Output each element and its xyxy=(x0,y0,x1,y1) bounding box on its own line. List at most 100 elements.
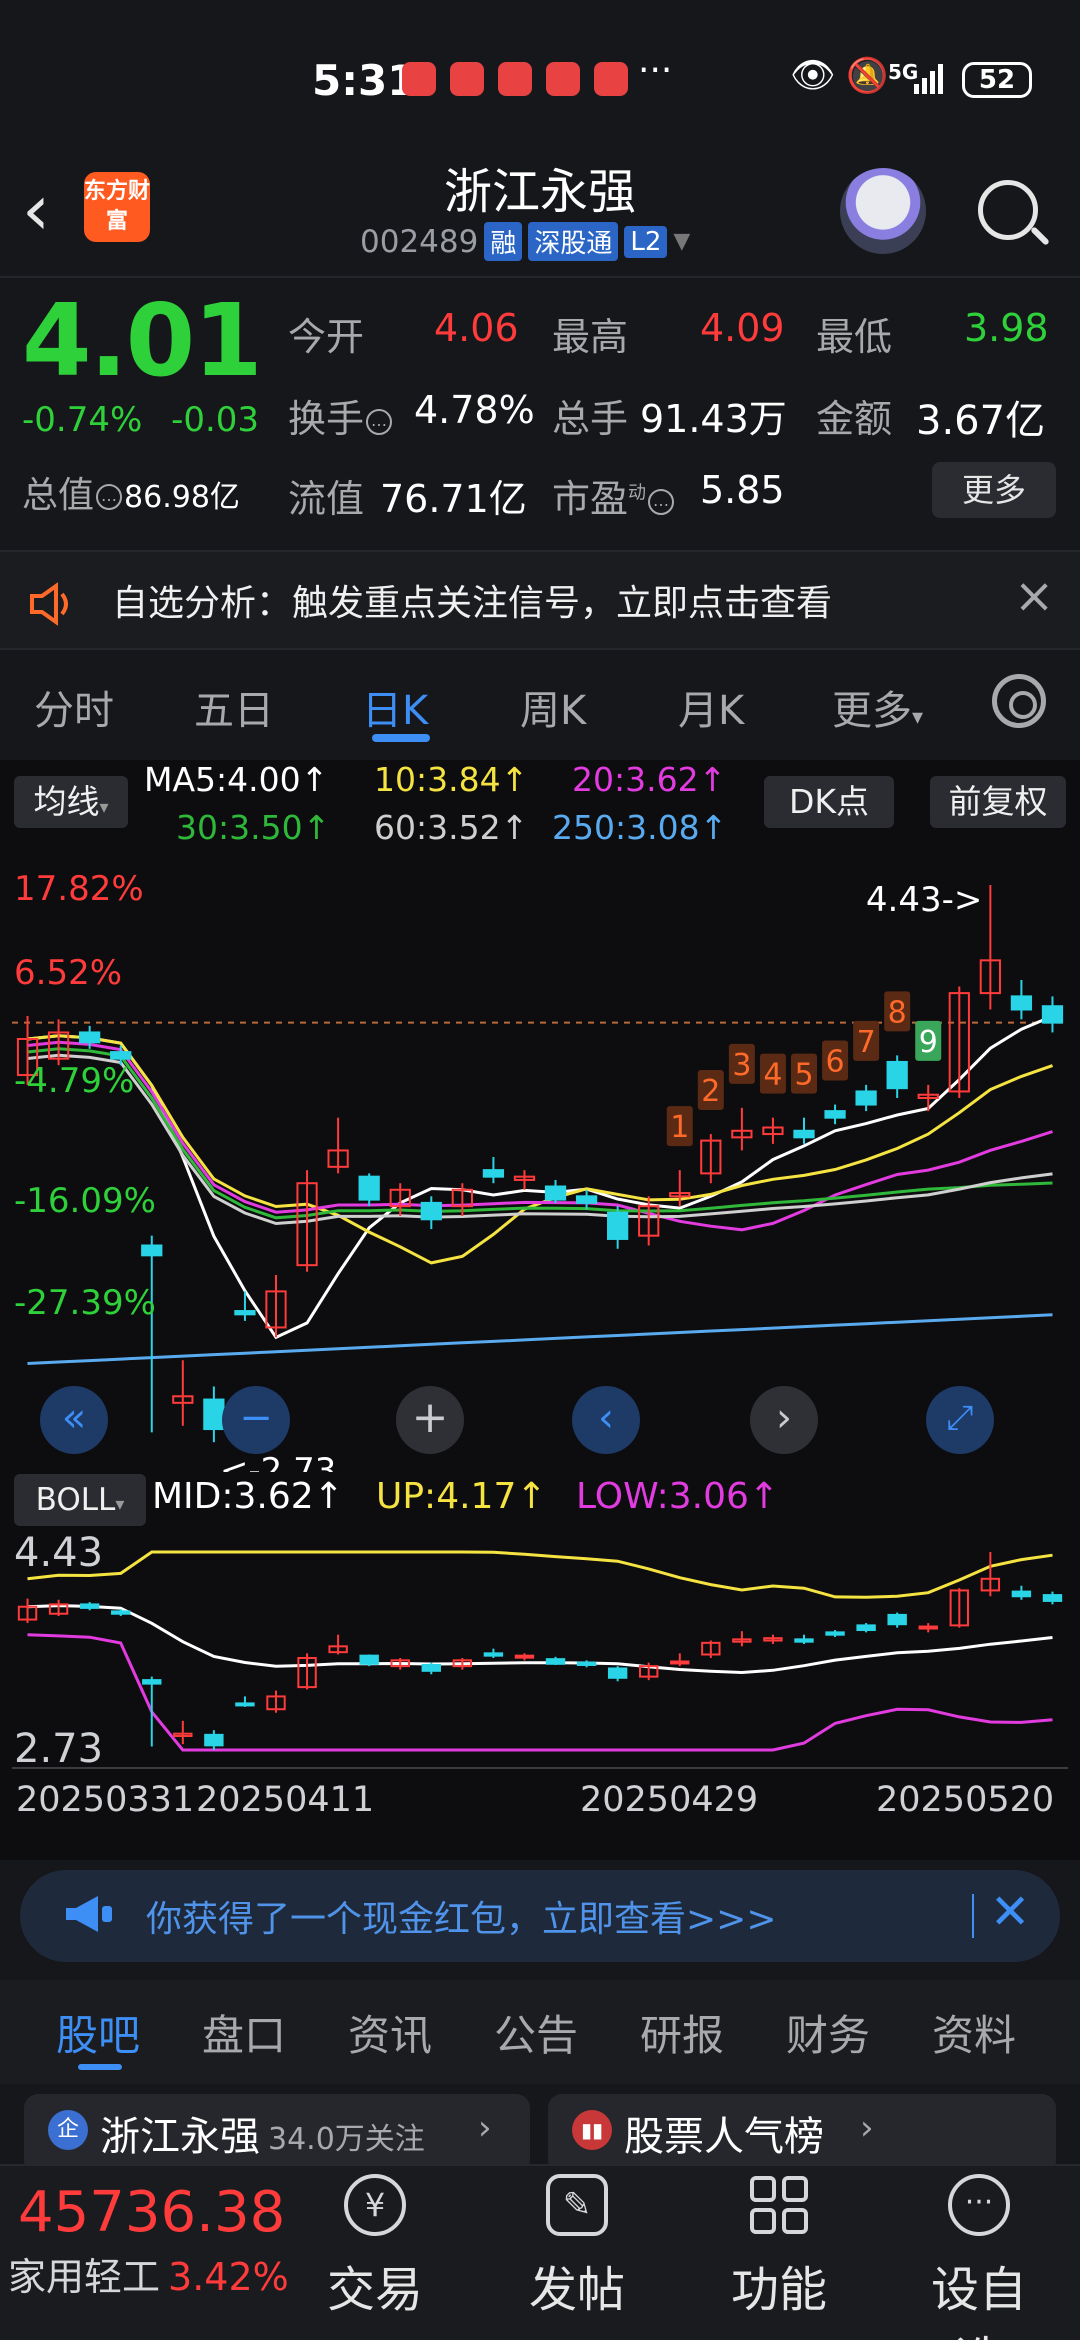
boll-candle-body xyxy=(1011,1590,1032,1598)
open-value: 4.06 xyxy=(434,306,519,350)
notice-text: 自选分析：触发重点关注信号，立即点击查看 xyxy=(112,583,833,624)
edit-icon: ✎ xyxy=(546,2174,608,2236)
candle-body xyxy=(203,1398,225,1431)
more-quote-button[interactable]: 更多 xyxy=(932,462,1056,518)
sector-index-info[interactable]: 家用轻工 3.42% xyxy=(8,2246,289,2301)
dk-point-button[interactable]: DK点 xyxy=(764,776,894,828)
scroll-left-icon[interactable]: ‹ xyxy=(572,1386,640,1454)
x-label-3: 20250429 xyxy=(580,1780,759,1820)
battery-indicator: 52 xyxy=(962,62,1032,98)
boll-candle-body xyxy=(825,1631,845,1636)
candle-body xyxy=(855,1090,877,1106)
zoom-in-icon[interactable]: + xyxy=(396,1386,464,1454)
tab-announcements[interactable]: 公告 xyxy=(494,2002,578,2063)
candle-body xyxy=(141,1244,163,1257)
fullscreen-icon[interactable]: ⤢ xyxy=(926,1386,994,1454)
boll-candle-body xyxy=(204,1733,224,1747)
tab-daily-k[interactable]: 日K xyxy=(362,678,428,736)
boll-candle-body xyxy=(79,1603,100,1609)
banner-divider xyxy=(972,1894,974,1938)
more-notifications-icon: ··· xyxy=(638,50,673,91)
nav-functions-label: 功能 xyxy=(730,2262,827,2318)
tab-five-day[interactable]: 五日 xyxy=(194,678,274,736)
eye-icon: 👁 xyxy=(790,55,836,96)
turnover-label[interactable]: 换手… xyxy=(288,388,394,443)
notification-icon xyxy=(546,62,580,96)
scroll-right-icon[interactable]: › xyxy=(750,1386,818,1454)
stock-forum-card[interactable]: 企 浙江永强 34.0万关注 › xyxy=(24,2094,530,2174)
close-icon[interactable]: × xyxy=(1014,568,1054,624)
candle-body xyxy=(1041,1005,1064,1024)
indicator-selector[interactable]: 均线▾ xyxy=(14,776,128,828)
enterprise-badge: 企 xyxy=(48,2110,88,2150)
boll-candle-body xyxy=(607,1667,628,1679)
signal-label: 3 xyxy=(732,1048,751,1083)
info-icon: … xyxy=(96,484,123,510)
high-value: 4.09 xyxy=(700,306,785,350)
boll-candle-body xyxy=(1042,1594,1063,1602)
nav-functions[interactable]: 功能 xyxy=(714,2174,844,2320)
float-cap-value: 76.71亿 xyxy=(380,477,527,521)
boll-chart[interactable]: 4.43 2.73 xyxy=(12,1530,1068,1770)
stock-code: 002489 xyxy=(360,223,479,260)
change-percent: -0.74% xyxy=(22,400,143,440)
x-label-2: 20250411 xyxy=(196,1780,375,1820)
candlestick-chart[interactable]: 123 4 5 6789 17.82% 6.52% -4.79% -16.09% -27.39%… xyxy=(12,852,1068,1472)
sector-name: 家用轻工 xyxy=(8,2255,161,2299)
ma250-legend: 250:3.08↑ xyxy=(552,808,728,847)
boll-candle-body xyxy=(111,1610,131,1615)
candle-body xyxy=(234,1310,256,1316)
y-axis-label: -27.39% xyxy=(14,1283,156,1323)
volume-label: 总手 xyxy=(552,397,629,441)
market-cap[interactable]: 总值… 86.98亿 xyxy=(22,466,240,518)
forward-adjust-button[interactable]: 前复权 xyxy=(930,776,1066,828)
robot-assistant-icon[interactable] xyxy=(840,168,926,254)
signal-label: 6 xyxy=(826,1045,845,1080)
signal-label: 5 xyxy=(794,1058,813,1093)
margin-tag: 融 xyxy=(484,222,523,261)
nav-trade[interactable]: ¥ 交易 xyxy=(310,2174,440,2320)
tab-guba[interactable]: 股吧 xyxy=(56,2002,140,2063)
scroll-start-icon[interactable]: « xyxy=(40,1386,108,1454)
close-icon[interactable]: ✕ xyxy=(990,1884,1030,1940)
boll-candle-body xyxy=(918,1625,938,1630)
boll-selector[interactable]: BOLL▾ xyxy=(14,1474,146,1526)
megaphone-icon xyxy=(64,1892,116,1946)
tab-research[interactable]: 研报 xyxy=(640,2002,724,2063)
analysis-notice[interactable]: 自选分析：触发重点关注信号，立即点击查看 × xyxy=(0,550,1080,650)
active-tab-indicator xyxy=(78,2064,122,2070)
chevron-down-icon: ▼ xyxy=(673,229,691,254)
zoom-out-icon[interactable]: − xyxy=(222,1386,290,1454)
red-packet-banner[interactable]: 你获得了一个现金红包，立即查看>>> ✕ xyxy=(20,1870,1060,1962)
current-price: 4.01 xyxy=(22,282,263,399)
popularity-card[interactable]: ▮▮ 股票人气榜 › xyxy=(548,2094,1056,2174)
ma20-legend: 20:3.62↑ xyxy=(572,760,727,799)
tab-intraday[interactable]: 分时 xyxy=(34,678,114,736)
stock-code-row[interactable]: 002489 融 深股通 L2 ▼ xyxy=(360,222,690,261)
tab-monthly-k[interactable]: 月K xyxy=(678,678,744,736)
boll-candle-body xyxy=(142,1679,162,1685)
nav-add-watchlist[interactable]: ··· 设自选 xyxy=(914,2174,1044,2340)
tab-profile[interactable]: 资料 xyxy=(932,2002,1016,2063)
pe-label[interactable]: 市盈动… xyxy=(552,468,676,523)
gear-icon[interactable] xyxy=(992,674,1046,728)
tab-news[interactable]: 资讯 xyxy=(348,2002,432,2063)
boll-candle-body xyxy=(856,1624,876,1632)
search-icon[interactable] xyxy=(978,180,1038,240)
nav-add-watchlist-label: 设自选 xyxy=(930,2262,1027,2340)
tab-finance[interactable]: 财务 xyxy=(786,2002,870,2063)
sector-change: 3.42% xyxy=(168,2255,289,2299)
tab-more[interactable]: 更多▾ xyxy=(832,678,923,736)
candle-body xyxy=(575,1195,598,1204)
info-icon: … xyxy=(366,408,393,435)
candle-body xyxy=(793,1129,815,1139)
sector-index-value[interactable]: 45736.38 xyxy=(18,2180,285,2245)
tab-pankou[interactable]: 盘口 xyxy=(202,2002,286,2063)
nav-post[interactable]: ✎ 发帖 xyxy=(512,2174,642,2320)
signal-label: 1 xyxy=(670,1110,689,1145)
boll-candle-body xyxy=(887,1613,907,1626)
nav-post-label: 发帖 xyxy=(528,2262,625,2318)
candle-body xyxy=(824,1110,846,1119)
ma250-line xyxy=(27,1313,1053,1365)
tab-weekly-k[interactable]: 周K xyxy=(520,678,586,736)
